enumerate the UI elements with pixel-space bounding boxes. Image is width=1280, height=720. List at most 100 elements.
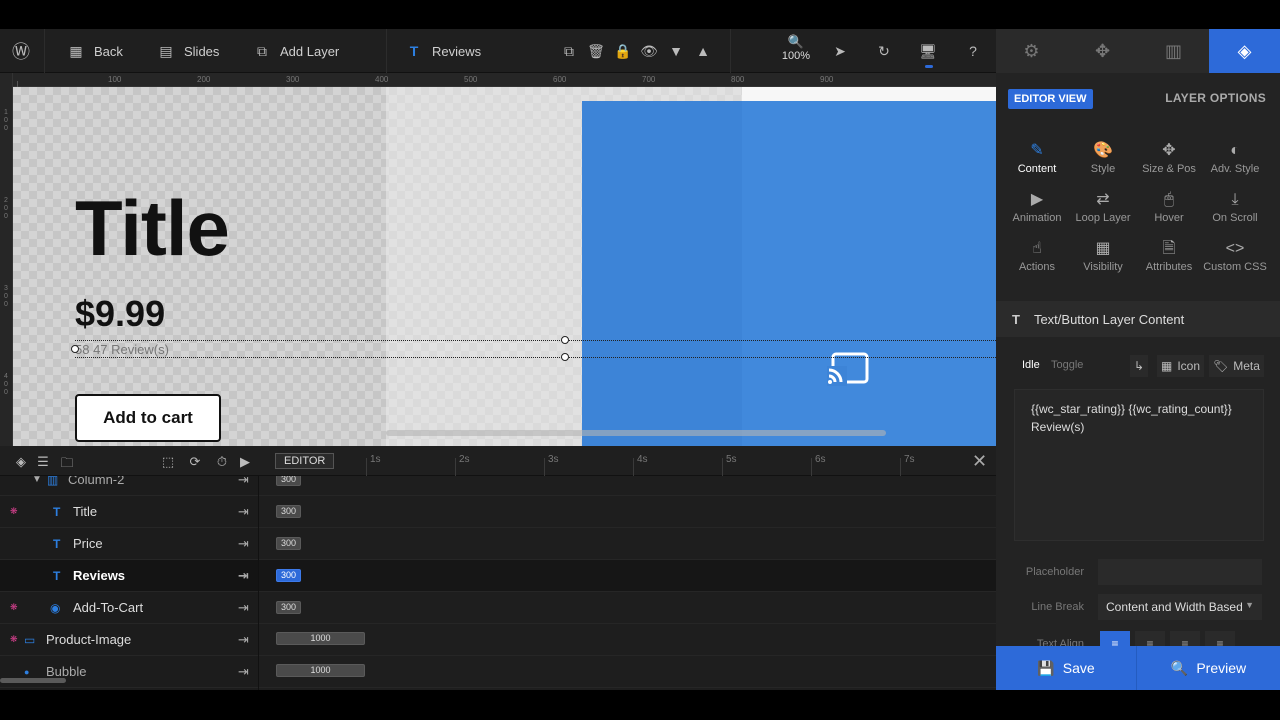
lock-icon[interactable]: 🔒 — [612, 29, 634, 73]
duration-bar[interactable]: 300 — [276, 569, 301, 582]
align-right-icon[interactable]: ≡ — [1170, 631, 1200, 646]
back-button[interactable]: ▦ Back — [68, 29, 123, 73]
play-icon[interactable]: ▶ — [237, 454, 253, 470]
time-label: 6s — [815, 454, 826, 465]
layer-row-title[interactable]: ❋ T Title ⇥ — [0, 496, 258, 528]
slide-canvas[interactable]: Title $9.99 58 47 Review(s) Add to cart — [13, 87, 996, 446]
duration-bar[interactable]: 300 — [276, 601, 301, 614]
option-animation[interactable]: ▶ Animation — [1004, 190, 1070, 224]
content-section-header[interactable]: T Text/Button Layer Content — [996, 301, 1280, 337]
undo-icon[interactable]: ↻ — [873, 29, 895, 73]
option-attributes[interactable]: 🗎 Attributes — [1136, 239, 1202, 273]
delete-icon[interactable]: 🗑 — [585, 29, 607, 73]
settings-gear-icon[interactable]: ⚙ — [996, 29, 1067, 73]
layers-scrollbar[interactable] — [0, 678, 66, 683]
time-mark — [900, 458, 901, 476]
pointer-icon[interactable]: ➤ — [829, 29, 851, 73]
select-area-icon[interactable]: ⬚ — [160, 454, 176, 470]
preview-button[interactable]: 🔍 Preview — [1137, 646, 1280, 690]
layers-stack-icon[interactable]: ◈ — [13, 454, 29, 470]
track-row-selected: 300 — [259, 560, 996, 592]
line-break-select[interactable]: Content and Width Based ▼ — [1098, 594, 1262, 620]
layer-row-column-2[interactable]: ▼ ▥ Column-2 ⇥ — [0, 476, 258, 496]
duration-bar[interactable]: 300 — [276, 537, 301, 550]
reviews-layer[interactable]: 58 47 Review(s) — [75, 342, 169, 357]
folder-icon[interactable]: 🗀 — [59, 454, 75, 476]
layer-end-icon[interactable]: ⇥ — [238, 536, 249, 552]
navigation-icon[interactable]: ✥ — [1067, 29, 1138, 73]
resize-handle-left[interactable] — [71, 345, 79, 353]
duration-bar[interactable]: 1000 — [276, 632, 365, 645]
align-center-icon[interactable]: ≡ — [1135, 631, 1165, 646]
refresh-icon[interactable]: ⟳ — [187, 454, 203, 470]
slides-label: Slides — [184, 43, 220, 59]
layer-row-price[interactable]: T Price ⇥ — [0, 528, 258, 560]
icon-button-label: Icon — [1177, 359, 1201, 373]
option-actions[interactable]: ☝ Actions — [1004, 239, 1070, 273]
close-timeline-icon[interactable]: ✕ — [972, 451, 987, 472]
option-on-scroll[interactable]: ⤓ On Scroll — [1202, 190, 1268, 224]
icon-button[interactable]: ▦ Icon — [1157, 355, 1205, 377]
move-up-icon[interactable]: ▲ — [692, 29, 714, 73]
tab-idle[interactable]: Idle — [1022, 359, 1040, 371]
layer-end-icon[interactable]: ⇥ — [238, 600, 249, 616]
slide-options-icon[interactable]: ▥ — [1138, 29, 1209, 73]
align-left-icon[interactable]: ≡ — [1100, 631, 1130, 646]
timeline-editor-tag[interactable]: EDITOR — [275, 453, 335, 469]
zoom-control[interactable]: 🔍 100% — [776, 35, 816, 63]
option-hover[interactable]: 🖱 Hover — [1136, 190, 1202, 224]
editor-view-button[interactable]: EDITOR VIEW — [1008, 89, 1093, 109]
cast-icon — [827, 352, 869, 386]
layer-row-reviews[interactable]: T Reviews ⇥ — [0, 560, 258, 592]
move-down-icon[interactable]: ▼ — [665, 29, 687, 73]
layer-options-panel: EDITOR VIEW LAYER OPTIONS ✎ Content 🎨 Styl… — [996, 73, 1280, 646]
tab-toggle[interactable]: Toggle — [1051, 359, 1083, 371]
resize-handle-bottom[interactable] — [561, 353, 569, 361]
layer-row-bubble[interactable]: ● Bubble ⇥ — [0, 656, 258, 688]
option-visibility[interactable]: ▦ Visibility — [1070, 239, 1136, 273]
resize-handle-top[interactable] — [561, 336, 569, 344]
layer-content-textarea[interactable]: {{wc_star_rating}} {{wc_rating_count}} R… — [1014, 389, 1264, 541]
option-content[interactable]: ✎ Content — [1004, 141, 1070, 175]
insert-arrow-button[interactable]: ↳ — [1130, 355, 1149, 377]
layer-row-add-to-cart[interactable]: ❋ ◉ Add-To-Cart ⇥ — [0, 592, 258, 624]
duration-bar[interactable]: 300 — [276, 476, 301, 486]
grid-icon: ▦ — [69, 42, 83, 59]
duration-bar[interactable]: 300 — [276, 505, 301, 518]
panel-tabs: ⚙ ✥ ▥ ◈ — [996, 29, 1280, 73]
option-custom-css[interactable]: <> Custom CSS — [1202, 239, 1268, 273]
layer-end-icon[interactable]: ⇥ — [238, 664, 249, 680]
list-icon[interactable]: ☰ — [35, 454, 51, 470]
wordpress-logo-button[interactable]: Ⓦ — [12, 29, 30, 73]
slides-button[interactable]: ▤ Slides — [158, 29, 219, 73]
option-size-pos[interactable]: ✥ Size & Pos — [1136, 141, 1202, 175]
duplicate-icon[interactable]: ⧉ — [558, 29, 580, 73]
timer-icon[interactable]: ⏱ — [214, 454, 230, 470]
time-label: 5s — [726, 454, 737, 465]
option-style[interactable]: 🎨 Style — [1070, 141, 1136, 175]
layer-end-icon[interactable]: ⇥ — [238, 504, 249, 520]
add-layer-button[interactable]: ⧉ Add Layer — [254, 29, 339, 73]
duration-bar[interactable]: 1000 — [276, 664, 365, 677]
ruler-tick: 1 0 0 — [4, 109, 8, 132]
option-loop-layer[interactable]: ⇄ Loop Layer — [1070, 190, 1136, 224]
collapse-caret-icon[interactable]: ▼ — [32, 476, 42, 485]
placeholder-input[interactable] — [1098, 559, 1262, 585]
text-layer-icon: T — [53, 568, 61, 583]
align-justify-icon[interactable]: ≡ — [1205, 631, 1235, 646]
title-layer[interactable]: Title — [75, 183, 230, 274]
help-icon[interactable]: ? — [962, 29, 984, 73]
current-layer-button[interactable]: T Reviews — [406, 29, 481, 73]
layer-row-product-image[interactable]: ❋ ▭ Product-Image ⇥ — [0, 624, 258, 656]
meta-button[interactable]: 🏷 Meta — [1209, 355, 1264, 377]
visibility-eye-icon[interactable]: 👁 — [638, 29, 660, 73]
layer-end-icon[interactable]: ⇥ — [238, 476, 249, 488]
layers-icon[interactable]: ◈ — [1209, 29, 1280, 73]
layer-end-icon[interactable]: ⇥ — [238, 632, 249, 648]
option-adv-style[interactable]: ◐ Adv. Style — [1202, 141, 1268, 175]
canvas-scrollbar[interactable] — [386, 430, 886, 436]
layer-end-icon[interactable]: ⇥ — [238, 568, 249, 584]
add-to-cart-button[interactable]: Add to cart — [75, 394, 221, 442]
price-layer[interactable]: $9.99 — [75, 293, 165, 335]
save-button[interactable]: 💾 Save — [996, 646, 1137, 690]
